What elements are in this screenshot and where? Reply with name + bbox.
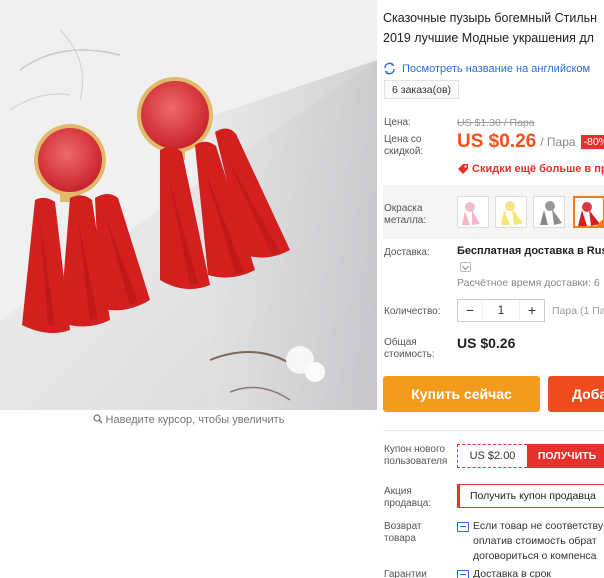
discount-price-value: US $0.26 [457, 131, 537, 152]
discount-price-label: Цена со скидкой: [384, 134, 423, 158]
quantity-minus-button[interactable]: − [458, 300, 482, 321]
return-policy-line: оплатив стоимость обрат [473, 535, 597, 547]
product-title: Сказочные пузырь богемный Стильн 2019 лу… [383, 8, 604, 48]
color-swatch-pink[interactable] [457, 196, 489, 228]
discount-price: US $0.26 / Пара -80% [457, 131, 604, 153]
total-label: Общая стоимость: [384, 337, 435, 361]
new-user-coupon-label-line: Купон нового [384, 444, 445, 455]
guarantee-value: Доставка в срок [473, 568, 552, 578]
seller-promo-label-line: продавца: [384, 498, 432, 509]
pink-earring-thumb [462, 202, 480, 225]
translate-link-text[interactable]: Посмотреть название на английском [402, 63, 590, 75]
return-policy-line: договориться о компенса [473, 550, 597, 562]
seller-promo-label-line: Акция [384, 486, 412, 497]
zoom-hint-text: Наведите курсор, чтобы увеличить [105, 414, 285, 426]
zoom-hint: Наведите курсор, чтобы увеличить [0, 414, 377, 426]
old-price: US $1.30 / Пара [457, 117, 535, 129]
new-user-coupon: US $2.00 ПОЛУЧИТЬ [457, 444, 604, 468]
new-user-coupon-label-line: пользователя [384, 456, 448, 467]
guarantee-icon [457, 570, 469, 578]
magnifier-icon [92, 414, 103, 424]
quantity-input[interactable]: 1 [482, 300, 520, 321]
guarantee-label: Гарантии [384, 569, 427, 578]
return-policy-icon [457, 522, 469, 532]
return-label: Возврат товара [384, 521, 422, 545]
product-title-line: 2019 лучшие Модные украшения дл [383, 31, 594, 45]
color-label: Окраска металла: [384, 203, 426, 227]
selected-check-icon [595, 218, 603, 226]
quantity-stepper: − 1 + [457, 299, 545, 322]
quantity-plus-button[interactable]: + [520, 300, 544, 321]
orders-count: 6 заказа(ов) [384, 80, 460, 99]
total-label-line: Общая [384, 337, 417, 348]
color-swatch-gray[interactable] [533, 196, 565, 228]
coupon-amount: US $2.00 [457, 444, 527, 468]
total-value: US $0.26 [457, 335, 516, 351]
add-to-cart-button[interactable]: Доба [548, 376, 604, 412]
color-swatch-yellow[interactable] [495, 196, 527, 228]
shipping-dropdown-chevron-icon[interactable] [460, 262, 471, 272]
return-label-line: Возврат [384, 521, 422, 532]
divider [383, 430, 604, 431]
old-price-value: US $1.30 [457, 117, 501, 129]
translate-icon [384, 62, 395, 75]
gray-earring-thumb [540, 201, 562, 225]
shipping-label: Доставка: [384, 247, 430, 258]
return-label-line: товара [384, 533, 416, 544]
discount-badge: -80% [580, 135, 604, 149]
app-discount-text[interactable]: Скидки ещё больше в при [472, 163, 604, 175]
return-policy-line: Если товар не соответству [473, 520, 604, 532]
discount-price-label-line: скидкой: [384, 146, 424, 157]
seller-coupon-button[interactable]: Получить купон продавца [457, 484, 604, 508]
buy-now-button[interactable]: Купить сейчас [383, 376, 540, 412]
total-label-line: стоимость: [384, 349, 435, 360]
shipping-estimate: Расчётное время доставки: 6 [457, 277, 600, 289]
color-label-line: Окраска [384, 203, 423, 214]
price-label: Цена: [384, 117, 411, 128]
app-discount-link[interactable]: Скидки ещё больше в при [457, 163, 604, 175]
old-price-unit: / Пара [500, 117, 535, 129]
translate-link[interactable]: Посмотреть название на английском [383, 62, 590, 75]
price-unit: / Пара [540, 135, 576, 149]
seller-promo-label: Акция продавца: [384, 486, 431, 510]
color-swatch-red[interactable] [573, 196, 604, 228]
shipping-value: Бесплатная доставка в Russ [457, 245, 604, 257]
quantity-unit: Пара (1 Па [552, 305, 604, 317]
quantity-label: Количество: [384, 306, 441, 317]
get-coupon-button[interactable]: ПОЛУЧИТЬ [527, 444, 604, 468]
product-info-panel: Сказочные пузырь богемный Стильн 2019 лу… [383, 0, 604, 578]
price-tag-icon [458, 164, 468, 174]
product-image[interactable] [0, 0, 377, 410]
discount-price-label-line: Цена со [384, 134, 422, 145]
new-user-coupon-label: Купон нового пользователя [384, 444, 447, 468]
product-title-line: Сказочные пузырь богемный Стильн [383, 11, 598, 25]
color-label-line: металла: [384, 215, 427, 226]
yellow-earring-thumb [501, 201, 523, 225]
